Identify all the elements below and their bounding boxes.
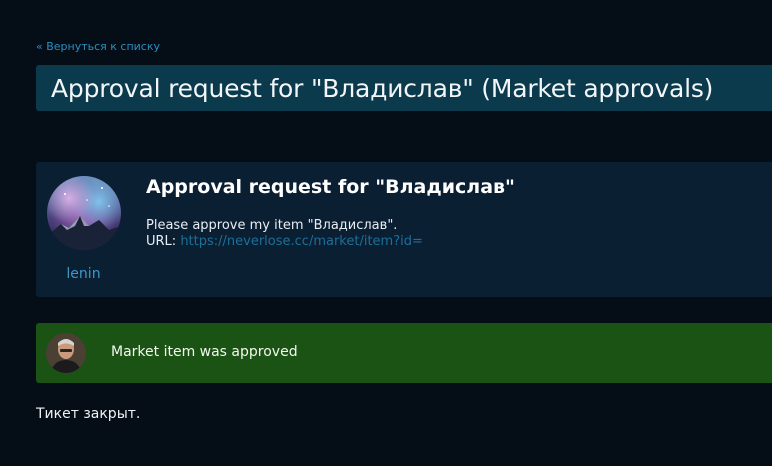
item-url-link[interactable]: https://neverlose.cc/market/item?id= xyxy=(180,234,423,249)
ticket-message-card: lenin Approval request for "Владислав" P… xyxy=(36,162,772,297)
author-name-link[interactable]: lenin xyxy=(36,266,131,282)
person-photo-icon xyxy=(46,333,86,373)
ticket-status-text: Тикет закрыт. xyxy=(36,406,141,422)
ticket-body: Please approve my item "Владислав". URL:… xyxy=(146,218,423,250)
back-to-list-link[interactable]: « Вернуться к списку xyxy=(36,40,160,53)
event-text: Market item was approved xyxy=(111,344,298,360)
author-avatar[interactable] xyxy=(47,176,121,250)
url-label: URL: xyxy=(146,234,177,249)
ticket-title: Approval request for "Владислав" xyxy=(146,176,515,198)
page-title-bar: Approval request for "Владислав" (Market… xyxy=(36,65,772,111)
moderator-avatar[interactable] xyxy=(46,333,86,373)
ticket-message-text: Please approve my item "Владислав". xyxy=(146,218,398,233)
approval-event-row: Market item was approved xyxy=(36,323,772,383)
mountain-icon xyxy=(47,187,121,250)
page-title: Approval request for "Владислав" (Market… xyxy=(51,73,714,103)
ticket-url-line: URL: https://neverlose.cc/market/item?id… xyxy=(146,234,423,250)
